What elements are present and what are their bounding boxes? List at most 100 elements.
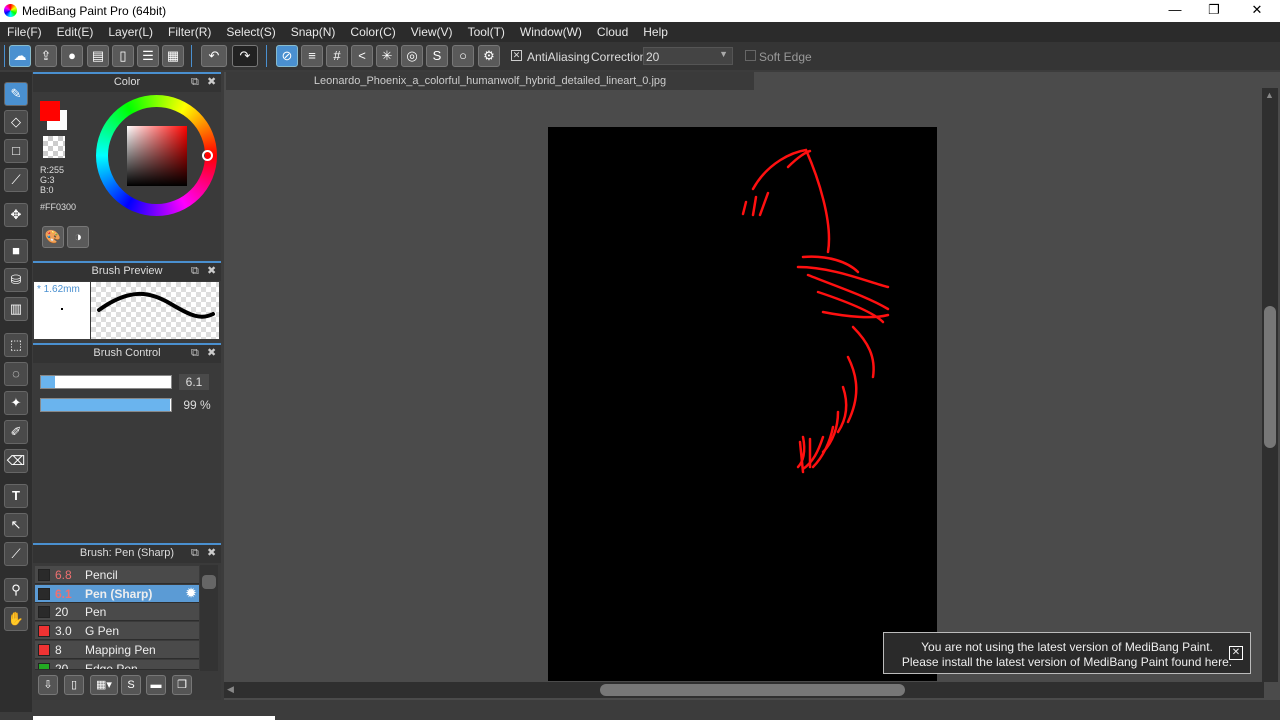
- brush-list-item[interactable]: 3.0 G Pen: [35, 622, 199, 641]
- color-mix-icon[interactable]: ◑: [67, 226, 89, 248]
- text-tool-icon[interactable]: T: [4, 484, 28, 508]
- menu-window[interactable]: Window(W): [513, 22, 590, 42]
- operation-tool-icon[interactable]: ↖: [4, 513, 28, 537]
- menu-filter[interactable]: Filter(R): [161, 22, 219, 42]
- snap-off-icon[interactable]: ⊘: [276, 45, 298, 67]
- eraser-tool-icon[interactable]: ◇: [4, 110, 28, 134]
- dot-tool-icon[interactable]: □: [4, 139, 28, 163]
- comment-icon[interactable]: ▤: [87, 45, 109, 67]
- brush-size-value[interactable]: 6.1: [179, 374, 209, 390]
- transparent-swatch[interactable]: [43, 136, 65, 158]
- select-pen-icon[interactable]: ✐: [4, 420, 28, 444]
- brush-list-item[interactable]: 8 Mapping Pen: [35, 640, 199, 659]
- hue-handle[interactable]: [202, 150, 213, 161]
- brush-size-slider[interactable]: [40, 375, 172, 389]
- undo-button[interactable]: ↶: [201, 45, 227, 67]
- hue-wheel[interactable]: [96, 95, 217, 216]
- page-edit-icon[interactable]: ▦: [162, 45, 184, 67]
- menu-file[interactable]: File(F): [0, 22, 50, 42]
- menu-tool[interactable]: Tool(T): [461, 22, 513, 42]
- lasso-icon[interactable]: ◌: [4, 362, 28, 386]
- duplicate-icon[interactable]: ❐: [172, 675, 192, 695]
- concentric-snap-icon[interactable]: ◎: [401, 45, 423, 67]
- saturation-value-square[interactable]: [127, 126, 187, 186]
- close-icon[interactable]: ✖: [207, 74, 216, 91]
- title-bar: MediBang Paint Pro (64bit) — ❐ ✕: [0, 0, 1280, 22]
- move-tool-icon[interactable]: ✥: [4, 203, 28, 227]
- restore-button[interactable]: ❐: [1205, 2, 1223, 18]
- menu-cloud[interactable]: Cloud: [590, 22, 636, 42]
- vertical-scrollbar[interactable]: ▲: [1262, 88, 1278, 682]
- menu-view[interactable]: View(V): [404, 22, 461, 42]
- share-icon[interactable]: ⇪: [35, 45, 57, 67]
- script-brush-icon[interactable]: S: [121, 675, 141, 695]
- brush-settings-icon[interactable]: ✹: [186, 586, 196, 600]
- magic-wand-icon[interactable]: ✦: [4, 391, 28, 415]
- parallel-snap-icon[interactable]: ≡: [301, 45, 323, 67]
- menu-select[interactable]: Select(S): [219, 22, 283, 42]
- speech-bubble-icon[interactable]: ●: [61, 45, 83, 67]
- select-rect-icon[interactable]: ⬚: [4, 333, 28, 357]
- chevron-down-icon: ▼: [719, 49, 728, 59]
- gradient-tool-icon[interactable]: ▥: [4, 297, 28, 321]
- cloud-icon[interactable]: ☁: [9, 45, 31, 67]
- update-notification[interactable]: You are not using the latest version of …: [883, 632, 1251, 674]
- menu-help[interactable]: Help: [636, 22, 676, 42]
- page-list-icon[interactable]: ☰: [137, 45, 159, 67]
- minimize-button[interactable]: —: [1166, 2, 1184, 17]
- opacity-slider[interactable]: [40, 398, 172, 412]
- brush-tool-icon[interactable]: ✎: [4, 82, 28, 106]
- brush-list-scrollbar[interactable]: [200, 565, 218, 671]
- close-icon[interactable]: ✖: [207, 263, 216, 280]
- foreground-color-swatch[interactable]: [40, 101, 60, 121]
- document-canvas[interactable]: [548, 127, 937, 681]
- eyedropper-icon[interactable]: ⚲: [4, 578, 28, 602]
- popout-icon[interactable]: ⧉: [191, 74, 199, 91]
- circle-snap-icon[interactable]: ○: [452, 45, 474, 67]
- brush-list-item[interactable]: 20 Pen: [35, 603, 199, 622]
- correction-label: Correction: [591, 50, 647, 64]
- bucket-tool-icon[interactable]: ⛁: [4, 268, 28, 292]
- popout-icon[interactable]: ⧉: [191, 345, 199, 362]
- redo-button[interactable]: ↷: [232, 45, 258, 67]
- vertical-scroll-thumb[interactable]: [1264, 306, 1276, 448]
- antialiasing-checkbox[interactable]: ✕: [511, 50, 522, 61]
- notification-line-2[interactable]: Please install the latest version of Med…: [884, 655, 1250, 670]
- color-panel: Color ⧉ ✖ R:255 G:3 B:0 #FF0300 🎨 ◑: [33, 72, 221, 260]
- menu-color[interactable]: Color(C): [343, 22, 403, 42]
- curve-snap-icon[interactable]: S: [426, 45, 448, 67]
- close-notification-button[interactable]: ✕: [1229, 646, 1243, 660]
- brush-list-item[interactable]: 20 Edge Pen: [35, 659, 199, 670]
- snap-settings-icon[interactable]: ⚙: [478, 45, 500, 67]
- menu-edit[interactable]: Edit(E): [50, 22, 102, 42]
- close-icon[interactable]: ✖: [207, 345, 216, 362]
- soft-edge-checkbox[interactable]: [745, 50, 756, 61]
- palette-icon[interactable]: 🎨: [42, 226, 64, 248]
- document-tab[interactable]: Leonardo_Phoenix_a_colorful_humanwolf_hy…: [226, 72, 754, 90]
- brush-list-item[interactable]: 6.1 Pen (Sharp) ✹: [35, 584, 199, 603]
- cloud-download-icon[interactable]: ⇩: [38, 675, 58, 695]
- select-eraser-icon[interactable]: ⌫: [4, 449, 28, 473]
- perspective-snap-icon[interactable]: <: [351, 45, 373, 67]
- add-brush-dropdown-icon[interactable]: ▦▾: [90, 675, 118, 695]
- close-icon[interactable]: ✖: [207, 545, 216, 562]
- new-brush-icon[interactable]: ▯: [64, 675, 84, 695]
- line-brush-icon[interactable]: ⟋: [4, 168, 28, 192]
- correction-select[interactable]: 20 ▼: [643, 47, 733, 65]
- popout-icon[interactable]: ⧉: [191, 263, 199, 280]
- brush-list-item[interactable]: 6.8 Pencil: [35, 566, 199, 584]
- app-logo-icon: [4, 4, 17, 17]
- menu-layer[interactable]: Layer(L): [101, 22, 161, 42]
- fill-shape-icon[interactable]: ■: [4, 239, 28, 263]
- menu-snap[interactable]: Snap(N): [284, 22, 344, 42]
- radial-snap-icon[interactable]: ✳: [376, 45, 398, 67]
- horizontal-scroll-thumb[interactable]: [600, 684, 905, 696]
- popout-icon[interactable]: ⧉: [191, 545, 199, 562]
- frame-divide-icon[interactable]: ⟋: [4, 542, 28, 566]
- close-button[interactable]: ✕: [1248, 2, 1266, 18]
- hand-tool-icon[interactable]: ✋: [4, 607, 28, 631]
- horizontal-scrollbar[interactable]: ◀: [224, 682, 1264, 698]
- page-icon[interactable]: ▯: [112, 45, 134, 67]
- grid-snap-icon[interactable]: #: [326, 45, 348, 67]
- folder-icon[interactable]: ▬: [146, 675, 166, 695]
